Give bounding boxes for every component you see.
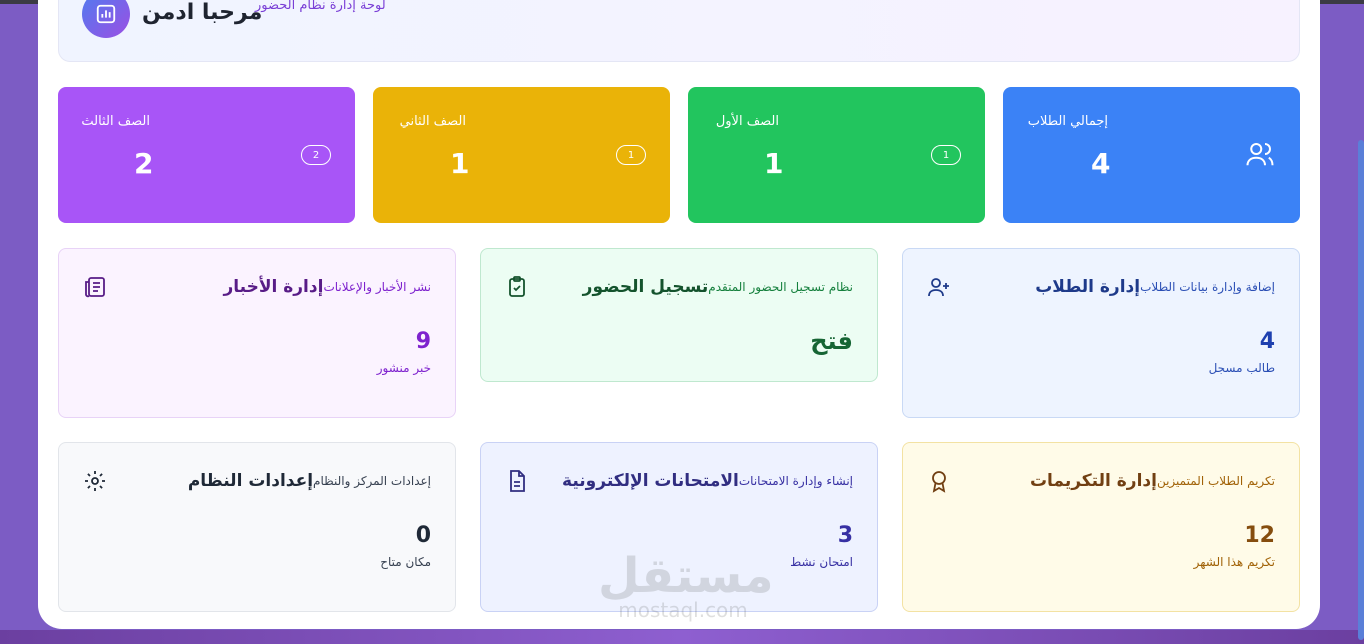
stat-grade-3[interactable]: الصف الثالث 2 2	[58, 87, 355, 223]
gear-icon	[83, 469, 107, 493]
card-value: 4	[1259, 329, 1275, 354]
card-title: إعدادات النظام	[187, 471, 314, 491]
stat-badge: 1	[931, 145, 961, 165]
welcome-title: مرحبا ادمن	[142, 0, 263, 25]
card-value: 0	[415, 523, 431, 548]
page-background-strip	[0, 630, 1364, 644]
card-system-settings[interactable]: إعدادات المركز والنظام إعدادات النظام 0 …	[58, 442, 456, 612]
welcome-subtitle: لوحة إدارة نظام الحضور	[255, 0, 386, 13]
user-plus-icon	[927, 275, 951, 299]
stat-total-students[interactable]: إجمالي الطلاب 4	[1003, 87, 1300, 223]
card-awards-management[interactable]: تكريم الطلاب المتميزين إدارة التكريمات 1…	[902, 442, 1300, 612]
scrollbar[interactable]	[1358, 140, 1364, 640]
card-heading: نظام تسجيل الحضور المتقدم تسجيل الحضور	[583, 277, 853, 297]
card-title: إدارة الأخبار	[223, 277, 324, 297]
users-icon	[1245, 139, 1275, 173]
stat-value: 4	[1091, 147, 1111, 180]
stat-value: 1	[764, 147, 784, 180]
card-subtitle: إنشاء وإدارة الامتحانات	[738, 474, 853, 488]
card-value: 3	[837, 523, 853, 548]
stat-badge: 2	[301, 145, 331, 165]
card-note: مكان متاح	[380, 555, 431, 569]
clipboard-check-icon	[505, 275, 529, 299]
card-attendance[interactable]: نظام تسجيل الحضور المتقدم تسجيل الحضور ف…	[480, 248, 878, 382]
card-value: 9	[415, 329, 431, 354]
card-student-management[interactable]: إضافة وإدارة بيانات الطلاب إدارة الطلاب …	[902, 248, 1300, 418]
stat-label: الصف الثاني	[399, 114, 466, 129]
stat-grade-2[interactable]: الصف الثاني 1 1	[373, 87, 670, 223]
stat-badge: 1	[616, 145, 646, 165]
stat-value: 2	[134, 147, 154, 180]
card-heading: إنشاء وإدارة الامتحانات الامتحانات الإلك…	[562, 471, 853, 491]
card-news-management[interactable]: نشر الأخبار والإعلانات إدارة الأخبار 9 خ…	[58, 248, 456, 418]
card-note: امتحان نشط	[790, 555, 853, 569]
award-icon	[927, 469, 951, 493]
document-icon	[505, 469, 529, 493]
watermark-arabic: مستقل	[598, 548, 774, 604]
stat-label: الصف الأول	[715, 114, 779, 129]
card-subtitle: نظام تسجيل الحضور المتقدم	[708, 280, 853, 294]
card-note: تكريم هذا الشهر	[1193, 555, 1275, 569]
card-subtitle: إضافة وإدارة بيانات الطلاب	[1140, 280, 1275, 294]
newspaper-icon	[83, 275, 107, 299]
card-value: 12	[1244, 523, 1275, 548]
watermark-logo: مستقل mostaql.com	[598, 548, 774, 628]
card-title: تسجيل الحضور	[582, 277, 709, 297]
card-heading: تكريم الطلاب المتميزين إدارة التكريمات	[1030, 471, 1275, 491]
card-title: إدارة التكريمات	[1029, 471, 1157, 491]
card-title: إدارة الطلاب	[1035, 277, 1141, 297]
card-subtitle: تكريم الطلاب المتميزين	[1156, 474, 1275, 488]
card-subtitle: إعدادات المركز والنظام	[313, 474, 431, 488]
card-note: طالب مسجل	[1208, 361, 1275, 375]
card-title: الامتحانات الإلكترونية	[562, 471, 739, 491]
stat-label: الصف الثالث	[81, 114, 150, 129]
card-note: خبر منشور	[376, 361, 431, 375]
card-heading: نشر الأخبار والإعلانات إدارة الأخبار	[223, 277, 431, 297]
card-subtitle: نشر الأخبار والإعلانات	[323, 280, 431, 294]
card-heading: إضافة وإدارة بيانات الطلاب إدارة الطلاب	[1035, 277, 1275, 297]
stat-label: إجمالي الطلاب	[1027, 114, 1108, 129]
open-button[interactable]: فتح	[810, 327, 853, 355]
stat-value: 1	[450, 147, 470, 180]
stat-grade-1[interactable]: الصف الأول 1 1	[688, 87, 985, 223]
watermark-latin: mostaql.com	[618, 598, 748, 622]
card-heading: إعدادات المركز والنظام إعدادات النظام	[188, 471, 431, 491]
